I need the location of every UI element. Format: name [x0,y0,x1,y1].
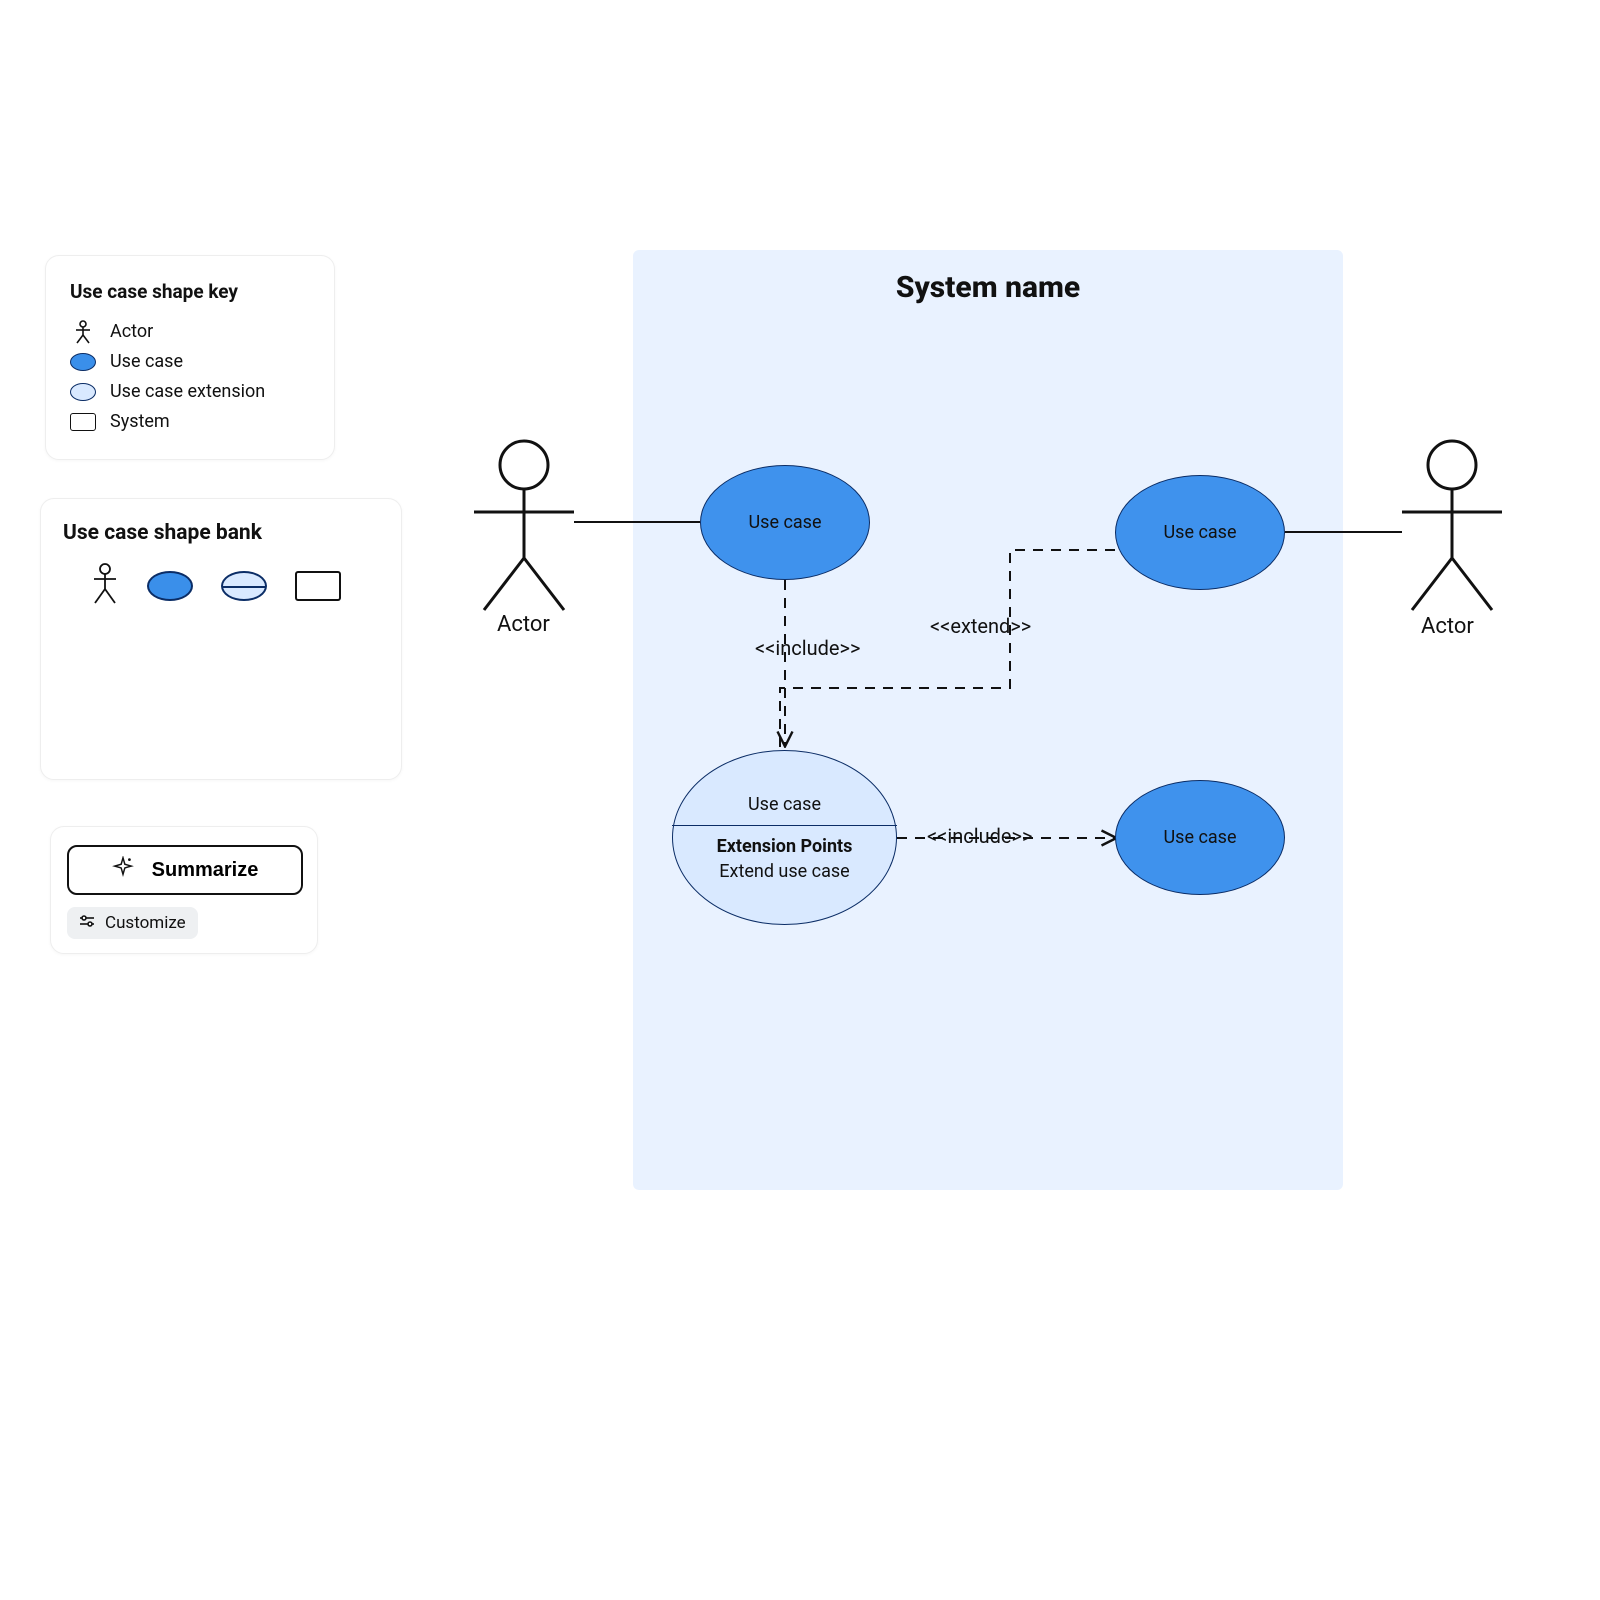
usecase-1-label: Use case [748,512,821,533]
usecase-node-4[interactable]: Use case [1115,780,1285,895]
extension-points-header: Extension Points [717,836,853,857]
usecase-extension-node[interactable]: Use case Extension Points Extend use cas… [672,750,897,925]
usecase-node-1[interactable]: Use case [700,465,870,580]
label-include-1: <<include>> [755,636,860,660]
actor-right-label: Actor [1421,614,1474,639]
usecase-2-label: Use case [1163,522,1236,543]
usecase-3-title: Use case [748,794,821,815]
usecase-4-label: Use case [1163,827,1236,848]
actor-left-label: Actor [497,612,550,637]
usecase-node-2[interactable]: Use case [1115,475,1285,590]
actor-right[interactable] [1402,441,1502,610]
usecase-3-divider [672,825,897,826]
system-title[interactable]: System name [633,270,1343,305]
system-boundary[interactable] [633,250,1343,1190]
label-extend: <<extend>> [930,614,1031,638]
extension-point-item: Extend use case [719,861,849,882]
label-include-2: <<include>> [927,824,1032,848]
actor-left[interactable] [474,441,574,610]
